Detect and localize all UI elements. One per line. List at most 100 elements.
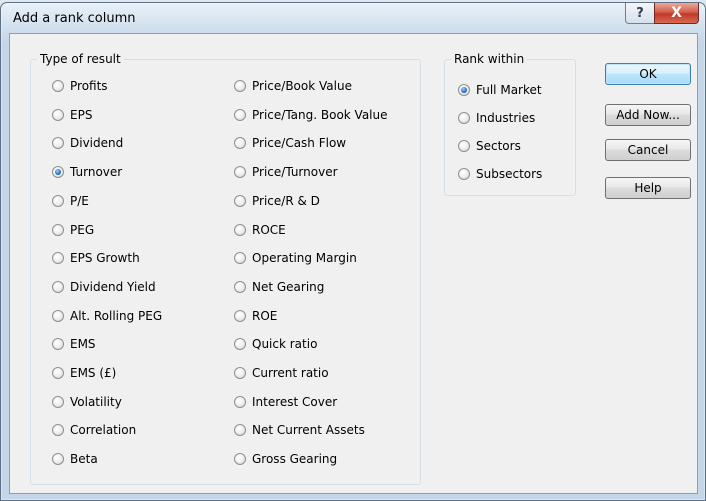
radio-ems-label: EMS (£) — [70, 366, 117, 380]
radio-unchecked-icon[interactable] — [458, 168, 470, 180]
radio-p-e[interactable]: P/E — [52, 192, 89, 210]
radio-unchecked-icon[interactable] — [52, 280, 64, 293]
radio-current-ratio-label: Current ratio — [252, 366, 329, 380]
radio-beta[interactable]: Beta — [52, 450, 98, 468]
radio-unchecked-icon[interactable] — [52, 137, 64, 150]
radio-volatility[interactable]: Volatility — [52, 393, 122, 411]
radio-dividend-label: Dividend — [70, 136, 124, 151]
radio-unchecked-icon[interactable] — [234, 108, 246, 121]
radio-unchecked-icon[interactable] — [234, 166, 246, 179]
radio-roe[interactable]: ROE — [234, 307, 277, 325]
radio-alt-rolling-peg[interactable]: Alt. Rolling PEG — [52, 307, 162, 325]
radio-unchecked-icon[interactable] — [52, 395, 64, 408]
radio-rank-subsectors[interactable]: Subsectors — [458, 165, 542, 183]
radio-unchecked-icon[interactable] — [458, 140, 470, 152]
radio-turnover[interactable]: Turnover — [52, 163, 122, 181]
dialog-title: Add a rank column — [13, 11, 136, 26]
type-of-result-legend: Type of result — [37, 52, 124, 66]
radio-profits[interactable]: Profits — [52, 77, 108, 95]
radio-price-turnover[interactable]: Price/Turnover — [234, 163, 338, 181]
radio-dividend-yield-label: Dividend Yield — [70, 279, 156, 294]
radio-unchecked-icon[interactable] — [52, 424, 64, 437]
radio-dividend-yield[interactable]: Dividend Yield — [52, 278, 156, 296]
radio-peg[interactable]: PEG — [52, 221, 94, 239]
help-button-label: Help — [634, 181, 662, 195]
radio-unchecked-icon[interactable] — [458, 112, 470, 124]
radio-net-current-assets-label: Net Current Assets — [252, 423, 365, 438]
radio-p-e-label: P/E — [70, 193, 89, 208]
radio-price-cash-flow[interactable]: Price/Cash Flow — [234, 134, 346, 152]
radio-rank-sectors[interactable]: Sectors — [458, 137, 521, 155]
radio-unchecked-icon[interactable] — [234, 453, 246, 466]
radio-rank-sectors-label: Sectors — [476, 139, 521, 153]
radio-roce[interactable]: ROCE — [234, 221, 286, 239]
help-button[interactable]: Help — [605, 177, 691, 199]
radio-unchecked-icon[interactable] — [234, 395, 246, 408]
radio-rank-subsectors-label: Subsectors — [476, 167, 543, 181]
radio-unchecked-icon[interactable] — [52, 338, 64, 351]
radio-interest-cover[interactable]: Interest Cover — [234, 393, 337, 411]
cancel-button[interactable]: Cancel — [605, 139, 691, 161]
radio-dividend[interactable]: Dividend — [52, 134, 123, 152]
radio-unchecked-icon[interactable] — [234, 367, 246, 379]
radio-correlation-label: Correlation — [70, 423, 137, 438]
radio-unchecked-icon[interactable] — [234, 309, 246, 322]
radio-beta-label: Beta — [70, 452, 98, 467]
radio-net-gearing[interactable]: Net Gearing — [234, 278, 324, 296]
radio-price-book-value[interactable]: Price/Book Value — [234, 77, 352, 95]
radio-rank-full-market[interactable]: Full Market — [458, 81, 542, 99]
radio-correlation[interactable]: Correlation — [52, 421, 136, 439]
radio-eps-growth-label: EPS Growth — [70, 251, 140, 266]
radio-unchecked-icon[interactable] — [234, 338, 246, 351]
radio-ems[interactable]: EMS (£) — [52, 364, 116, 382]
radio-quick-ratio-label: Quick ratio — [252, 337, 318, 352]
radio-rank-industries[interactable]: Industries — [458, 109, 535, 127]
radio-unchecked-icon[interactable] — [234, 137, 246, 150]
close-icon[interactable]: X — [654, 3, 699, 24]
radio-unchecked-icon[interactable] — [52, 194, 64, 207]
radio-rank-industries-label: Industries — [476, 111, 536, 125]
radio-ems[interactable]: EMS — [52, 335, 96, 353]
radio-unchecked-icon[interactable] — [52, 453, 64, 466]
radio-gross-gearing-label: Gross Gearing — [252, 452, 338, 467]
add-now-button[interactable]: Add Now... — [605, 104, 691, 126]
radio-interest-cover-label: Interest Cover — [252, 394, 338, 409]
radio-price-book-value-label: Price/Book Value — [252, 79, 352, 93]
radio-checked-icon[interactable] — [52, 166, 64, 179]
radio-price-r-d[interactable]: Price/R & D — [234, 192, 320, 210]
radio-operating-margin-label: Operating Margin — [252, 251, 357, 266]
radio-price-tang-book-value[interactable]: Price/Tang. Book Value — [234, 106, 388, 124]
radio-price-r-d-label: Price/R & D — [252, 193, 320, 208]
ok-button[interactable]: OK — [605, 63, 691, 85]
radio-checked-icon[interactable] — [458, 84, 470, 96]
radio-net-current-assets[interactable]: Net Current Assets — [234, 421, 365, 439]
radio-unchecked-icon[interactable] — [234, 223, 246, 236]
radio-unchecked-icon[interactable] — [234, 424, 246, 437]
radio-ems-label: EMS — [70, 337, 96, 352]
close-glyph: X — [671, 5, 682, 21]
radio-unchecked-icon[interactable] — [234, 194, 246, 207]
dialog-client-area: Type of result Rank within OK Add Now...… — [9, 33, 698, 494]
radio-unchecked-icon[interactable] — [52, 108, 64, 121]
radio-price-cash-flow-label: Price/Cash Flow — [252, 136, 347, 151]
radio-peg-label: PEG — [70, 222, 95, 237]
radio-eps[interactable]: EPS — [52, 106, 92, 124]
radio-operating-margin[interactable]: Operating Margin — [234, 249, 357, 267]
radio-unchecked-icon[interactable] — [52, 252, 64, 265]
radio-unchecked-icon[interactable] — [52, 223, 64, 236]
cancel-button-label: Cancel — [627, 143, 669, 157]
ok-button-label: OK — [639, 67, 657, 81]
radio-current-ratio[interactable]: Current ratio — [234, 364, 329, 382]
radio-unchecked-icon[interactable] — [234, 80, 246, 92]
radio-eps-growth[interactable]: EPS Growth — [52, 249, 140, 267]
help-icon[interactable]: ? — [625, 3, 655, 24]
radio-unchecked-icon[interactable] — [52, 80, 64, 92]
radio-unchecked-icon[interactable] — [52, 309, 64, 322]
radio-unchecked-icon[interactable] — [234, 252, 246, 265]
add-now-button-label: Add Now... — [616, 108, 680, 122]
radio-quick-ratio[interactable]: Quick ratio — [234, 335, 317, 353]
radio-gross-gearing[interactable]: Gross Gearing — [234, 450, 337, 468]
radio-unchecked-icon[interactable] — [52, 367, 64, 379]
radio-unchecked-icon[interactable] — [234, 280, 246, 293]
title-bar: Add a rank column ? X — [1, 3, 705, 33]
